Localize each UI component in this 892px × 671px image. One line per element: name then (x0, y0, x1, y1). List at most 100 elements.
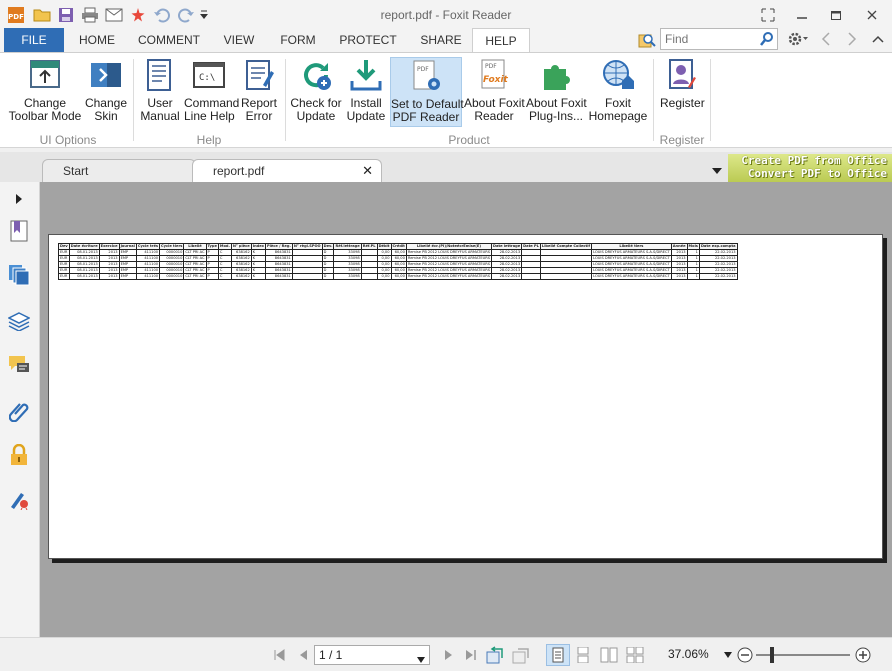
close-tab-icon[interactable]: ✕ (362, 160, 373, 182)
group-label-register: Register (659, 133, 705, 147)
install-update-button[interactable]: Install Update (344, 57, 388, 127)
tab-list-dropdown-icon[interactable] (712, 164, 722, 174)
tab-start[interactable]: Start (42, 159, 196, 183)
tab-comment[interactable]: COMMENT (132, 28, 206, 52)
table-cell (360, 273, 378, 280)
customize-icon[interactable] (198, 6, 210, 24)
promo-banner[interactable]: Create PDF from Office Convert PDF to Of… (728, 154, 892, 184)
last-page-icon[interactable] (462, 646, 480, 664)
table-cell: 08.01.2013 (68, 273, 100, 280)
print-icon[interactable] (80, 6, 100, 24)
group-label-ui-options: UI Options (39, 133, 97, 147)
table-cell: LOUIS DREYFUS ARMATEURS S.A.S/DIRECT (591, 255, 672, 262)
layers-icon[interactable] (6, 308, 32, 334)
settings-icon[interactable] (786, 30, 810, 48)
check-for-update-button[interactable]: Check for Update (290, 57, 342, 127)
page-number-field[interactable] (314, 645, 430, 665)
change-skin-button[interactable]: Change Skin (84, 57, 128, 127)
ribbon-help-panel: Change Toolbar Mode Change Skin User Man… (0, 52, 892, 148)
table-cell: 411100 (135, 273, 161, 280)
signatures-icon[interactable] (6, 486, 32, 512)
continuous-icon[interactable] (574, 646, 592, 664)
navigation-panel (0, 182, 40, 640)
expand-panel-icon[interactable] (6, 186, 32, 212)
continuous-facing-icon[interactable] (626, 646, 644, 664)
set-default-pdf-reader-button[interactable]: PDF Set to Default PDF Reader (390, 57, 464, 127)
collapse-icon[interactable] (868, 30, 888, 48)
undo-icon[interactable] (152, 6, 172, 24)
table-header-cell: Réf.PL (360, 243, 378, 250)
open-icon[interactable] (32, 6, 52, 24)
change-toolbar-mode-button[interactable]: Change Toolbar Mode (8, 57, 82, 127)
back-icon[interactable] (816, 30, 836, 48)
new-icon[interactable] (128, 6, 148, 24)
redo-icon[interactable] (176, 6, 196, 24)
pdf-page[interactable]: Dev Date écriture Exercice Journal Cycle tré… (48, 234, 883, 559)
foxit-logo-icon[interactable]: PDF (6, 6, 26, 24)
find-icon[interactable] (638, 31, 656, 49)
email-icon[interactable] (104, 6, 124, 24)
single-page-icon[interactable] (546, 644, 570, 666)
foxit-homepage-button[interactable]: Foxit Homepage (588, 57, 648, 127)
button-label: Reader (474, 109, 514, 123)
table-cell: CLT PRI AC (183, 255, 207, 262)
next-view-icon[interactable] (512, 646, 530, 664)
next-page-icon[interactable] (440, 646, 458, 664)
table-header-cell: Pièce / Reg. (264, 243, 293, 250)
forward-icon[interactable] (842, 30, 862, 48)
about-foxit-plugins-button[interactable]: About Foxit Plug-Ins... (526, 57, 587, 127)
tab-protect[interactable]: PROTECT (334, 28, 402, 52)
first-page-icon[interactable] (270, 646, 288, 664)
tab-file[interactable]: FILE (4, 28, 64, 52)
zoom-out-icon[interactable] (736, 646, 754, 664)
tab-home[interactable]: HOME (72, 28, 122, 52)
title-bar: PDF report.pdf - Foxit Reader (0, 0, 892, 30)
tab-view[interactable]: VIEW (216, 28, 262, 52)
comments-icon[interactable] (6, 352, 32, 378)
pages-icon[interactable] (6, 262, 32, 288)
security-icon[interactable] (6, 442, 32, 468)
tab-share[interactable]: SHARE (414, 28, 468, 52)
close-icon[interactable] (862, 6, 882, 24)
register-button[interactable]: Register (660, 57, 705, 127)
zoom-in-icon[interactable] (854, 646, 872, 664)
page-dropdown-icon[interactable] (417, 652, 425, 666)
about-foxit-reader-button[interactable]: PDF Foxit About Foxit Reader (464, 57, 525, 127)
table-cell: 0000010 (159, 273, 185, 280)
plugin-icon (544, 65, 570, 90)
save-icon[interactable] (56, 6, 76, 24)
zoom-dropdown-icon[interactable] (722, 646, 734, 664)
button-label: Skin (94, 109, 118, 123)
find-field[interactable] (660, 28, 778, 50)
table-cell: C (217, 273, 232, 280)
group-label-help: Help (196, 133, 222, 147)
command-line-help-button[interactable]: C:\ Command Line Help (184, 57, 239, 127)
page-number-input[interactable] (315, 646, 411, 664)
tab-report-pdf[interactable]: report.pdf ✕ (192, 159, 382, 183)
maximize-icon[interactable] (826, 6, 846, 24)
attachments-icon[interactable] (6, 398, 32, 424)
report-error-button[interactable]: Report Error (238, 57, 280, 127)
bookmarks-icon[interactable] (6, 218, 32, 244)
zoom-slider-handle[interactable] (770, 647, 774, 663)
tab-form[interactable]: FORM (274, 28, 322, 52)
table-header-cell: Mois (686, 243, 700, 250)
svg-text:PDF: PDF (8, 13, 24, 21)
install-update-icon (350, 60, 382, 91)
previous-view-icon[interactable] (486, 646, 504, 664)
document-view[interactable]: Dev Date écriture Exercice Journal Cycle tré… (40, 182, 892, 637)
user-manual-button[interactable]: User Manual (140, 57, 180, 127)
previous-page-icon[interactable] (294, 646, 312, 664)
zoom-level[interactable]: 37.06% (668, 647, 709, 661)
search-icon[interactable] (760, 31, 774, 50)
table-header-cell: Débit (376, 243, 392, 250)
table-header-cell: Cycle trés (135, 243, 161, 250)
restore-icon[interactable] (758, 6, 778, 24)
table-cell: CLT PRI AC (183, 249, 207, 256)
facing-icon[interactable] (600, 646, 618, 664)
table-cell (291, 273, 323, 280)
tab-help[interactable]: HELP (472, 28, 530, 53)
search-input[interactable] (661, 29, 757, 49)
minimize-icon[interactable] (792, 6, 812, 24)
table-header-cell: Date exp.compta (698, 243, 738, 250)
